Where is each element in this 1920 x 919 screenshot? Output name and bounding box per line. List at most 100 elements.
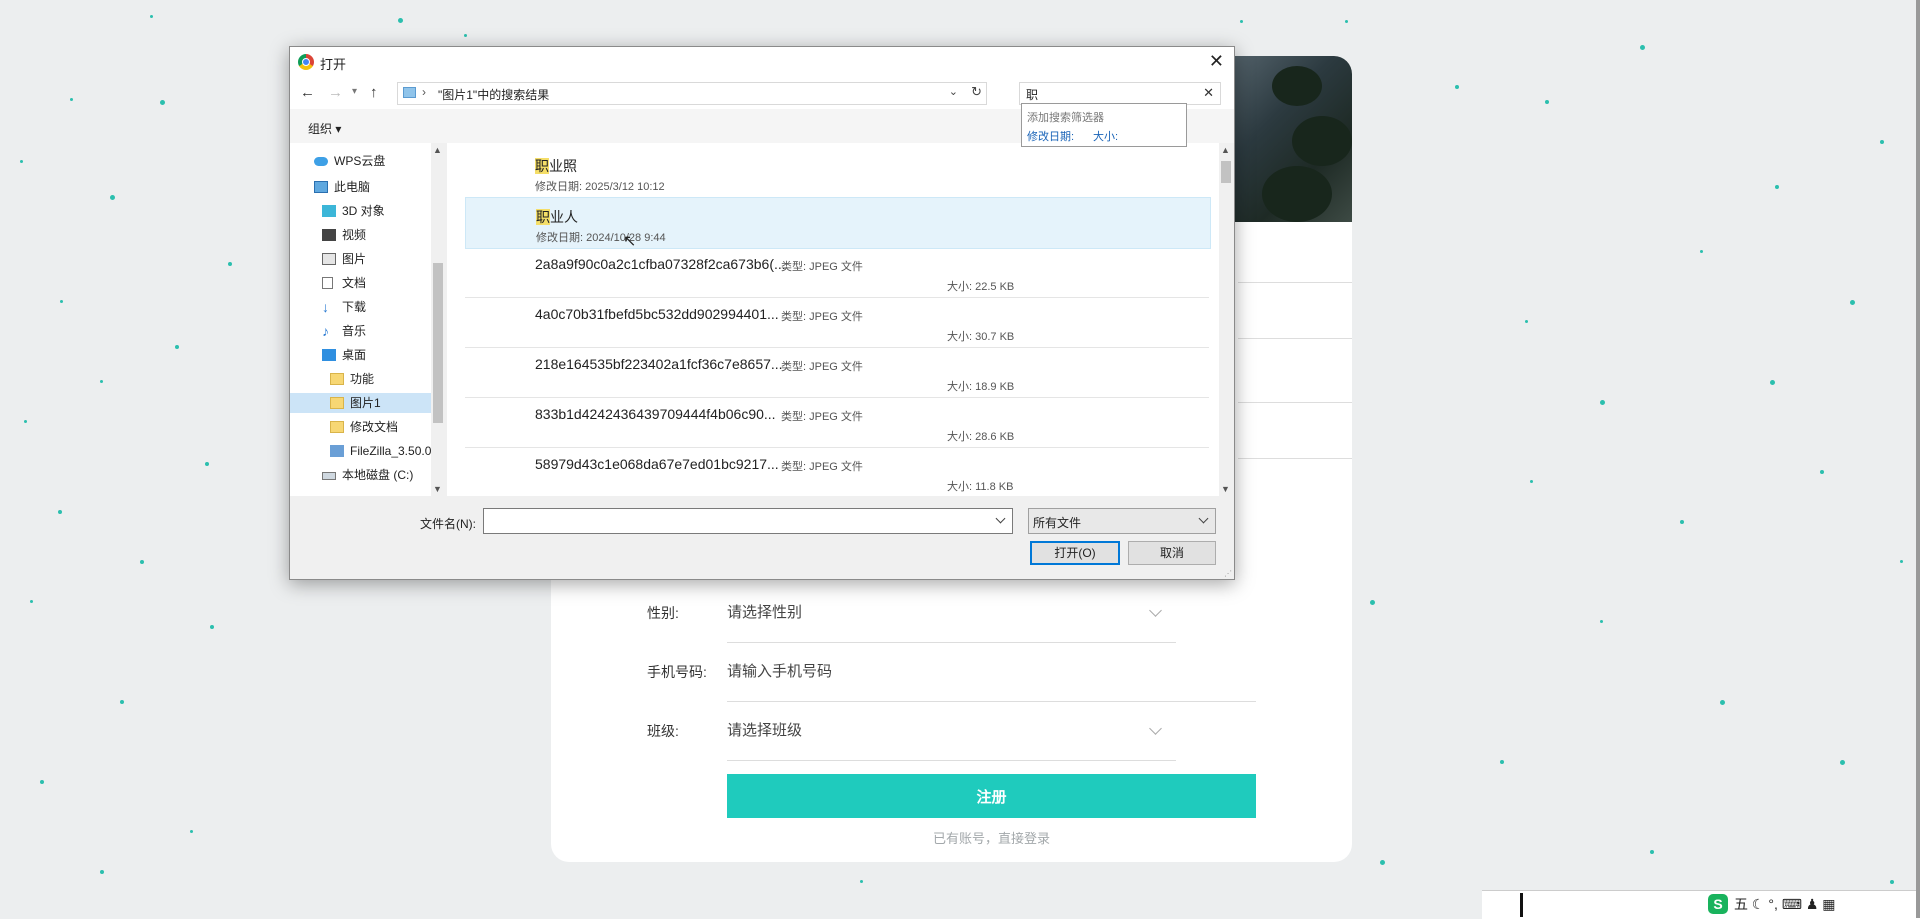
class-field[interactable]: 班级: 请选择班级 <box>551 701 1352 761</box>
address-path: "图片1"中的搜索结果 <box>438 88 550 102</box>
app-icon <box>330 445 344 457</box>
register-button[interactable]: 注册 <box>727 774 1256 818</box>
list-item[interactable]: 2a8a9f90c0a2c1cfba07328f2ca673b6(... 类型:… <box>465 247 1209 298</box>
file-name: 2a8a9f90c0a2c1cfba07328f2ca673b6(... <box>535 256 786 272</box>
cancel-button[interactable]: 取消 <box>1128 541 1216 565</box>
filename-input[interactable] <box>483 508 1013 534</box>
punctuation-icon[interactable]: °, <box>1768 896 1778 912</box>
cloud-icon <box>314 157 328 166</box>
search-filter-dropdown: 添加搜索筛选器 修改日期: 大小: <box>1021 103 1187 147</box>
file-name: 58979d43c1e068da67e7ed01bc9217... <box>535 456 779 472</box>
background-dot <box>1850 300 1855 305</box>
background-dot <box>70 98 73 101</box>
up-arrow-icon[interactable]: ↑ <box>370 84 378 101</box>
background-dot <box>40 780 44 784</box>
organize-menu[interactable]: 组织 ▾ <box>308 120 341 137</box>
list-item[interactable]: 职业人 修改日期: 2024/10/28 9:44 ↖ <box>465 197 1211 250</box>
computer-icon <box>314 181 328 193</box>
recent-chevron-icon[interactable]: ▾ <box>352 86 357 97</box>
class-select[interactable]: 请选择班级 <box>727 701 802 761</box>
address-chevron-icon[interactable]: ⌄ <box>949 85 958 98</box>
drive-icon <box>322 472 336 480</box>
file-type: 类型: JPEG 文件 <box>781 311 863 323</box>
back-arrow-icon[interactable]: ← <box>300 84 315 101</box>
list-item[interactable]: 4a0c70b31fbefd5bc532dd902994401... 类型: J… <box>465 297 1209 348</box>
list-scroll-thumb[interactable] <box>1221 161 1231 183</box>
file-type: 类型: JPEG 文件 <box>781 361 863 373</box>
scroll-up-icon[interactable]: ▲ <box>1221 145 1230 155</box>
background-dot <box>1455 85 1459 89</box>
cube-icon <box>322 205 336 217</box>
file-results-list: 职业照 修改日期: 2025/3/12 10:12 职业人 修改日期: 2024… <box>447 143 1233 496</box>
scroll-down-icon[interactable]: ▼ <box>1221 484 1230 494</box>
file-name: 4a0c70b31fbefd5bc532dd902994401... <box>535 306 779 322</box>
file-name: 218e164535bf223402a1fcf36c7e8657... <box>535 356 783 372</box>
background-dot <box>1600 620 1603 623</box>
background-dot <box>1770 380 1775 385</box>
moon-icon[interactable]: ☾ <box>1752 896 1765 912</box>
folder-icon <box>330 397 344 409</box>
filetype-value: 所有文件 <box>1033 516 1082 530</box>
search-input[interactable]: 职 ✕ <box>1019 82 1221 105</box>
open-button[interactable]: 打开(O) <box>1030 541 1120 565</box>
list-item[interactable]: 218e164535bf223402a1fcf36c7e8657... 类型: … <box>465 347 1209 398</box>
ime-mode[interactable]: 五 <box>1734 896 1748 912</box>
phone-input[interactable]: 请输入手机号码 <box>727 642 832 702</box>
tree-scroll-thumb[interactable] <box>433 263 443 423</box>
list-item[interactable]: 833b1d4242436439709444f4b06c90... 类型: JP… <box>465 397 1209 448</box>
background-dot <box>1775 185 1779 189</box>
tree-item-pictures1[interactable]: 图片1 <box>290 393 431 413</box>
tree-item-filezilla[interactable]: FileZilla_3.50.0 <box>330 441 431 461</box>
list-scrollbar[interactable]: ▲ ▼ <box>1219 143 1233 496</box>
keyboard-icon[interactable]: ⌨ <box>1782 896 1802 912</box>
phone-field[interactable]: 手机号码: 请输入手机号码 <box>551 642 1352 702</box>
file-type: 类型: JPEG 文件 <box>781 411 863 423</box>
filter-modified-date[interactable]: 修改日期: <box>1027 128 1074 144</box>
ime-icons[interactable]: S五 ☾ °, ⌨ ♟ ▦ <box>1708 894 1836 914</box>
file-type: 类型: JPEG 文件 <box>781 261 863 273</box>
refresh-icon[interactable]: ↻ <box>971 84 982 100</box>
forward-arrow-icon[interactable]: → <box>328 84 343 101</box>
login-link[interactable]: 已有账号，直接登录 <box>727 824 1256 854</box>
tree-scrollbar[interactable]: ▲ ▼ <box>431 143 445 496</box>
file-name: 833b1d4242436439709444f4b06c90... <box>535 406 776 422</box>
background-dot <box>1240 20 1243 23</box>
file-modified-date: 修改日期: 2024/10/28 9:44 <box>536 232 666 244</box>
background-dot <box>860 880 863 883</box>
background-dot <box>1530 480 1533 483</box>
user-icon[interactable]: ♟ <box>1806 896 1819 912</box>
gender-select[interactable]: 请选择性别 <box>727 583 802 643</box>
background-dot <box>1345 20 1348 23</box>
search-filter-heading: 添加搜索筛选器 <box>1027 112 1104 124</box>
page-scrollbar[interactable] <box>1916 0 1920 918</box>
dialog-titlebar[interactable]: 打开 ✕ <box>290 47 1234 77</box>
sogou-logo-icon[interactable]: S <box>1708 894 1728 914</box>
chevron-down-icon <box>1149 722 1162 735</box>
grid-icon[interactable]: ▦ <box>1822 896 1835 912</box>
background-dot <box>464 34 467 37</box>
scroll-up-icon[interactable]: ▲ <box>433 145 442 155</box>
background-dot <box>140 560 144 564</box>
address-bar[interactable]: › "图片1"中的搜索结果 ⌄ ↻ <box>397 82 987 105</box>
background-dot <box>190 830 193 833</box>
gender-field[interactable]: 性别: 请选择性别 <box>551 583 1352 643</box>
download-icon: ↓ <box>322 299 329 315</box>
close-icon[interactable]: ✕ <box>1209 51 1224 72</box>
filter-size[interactable]: 大小: <box>1093 128 1118 144</box>
background-dot <box>1700 250 1703 253</box>
desktop-icon <box>322 349 336 361</box>
breadcrumb-separator-icon: › <box>422 85 426 99</box>
scroll-down-icon[interactable]: ▼ <box>433 484 442 494</box>
clear-search-icon[interactable]: ✕ <box>1203 85 1214 101</box>
text-caret <box>1520 893 1523 917</box>
list-item[interactable]: 职业照 修改日期: 2025/3/12 10:12 <box>465 147 1209 197</box>
filetype-select[interactable]: 所有文件 <box>1028 508 1216 534</box>
list-item[interactable]: 58979d43c1e068da67e7ed01bc9217... 类型: JP… <box>465 447 1209 497</box>
background-dot <box>1820 470 1824 474</box>
background-dot <box>1380 860 1385 865</box>
dialog-title: 打开 <box>320 57 347 72</box>
search-value: 职 <box>1026 88 1039 102</box>
navigation-tree: WPS云盘 此电脑 3D 对象 视频 图片 文档 ↓ 下载 ♪ 音乐 桌面 功能… <box>290 143 445 496</box>
resize-grip-icon[interactable]: ⋰ <box>1224 569 1232 578</box>
open-file-dialog: 打开 ✕ ← → ▾ ↑ › "图片1"中的搜索结果 ⌄ ↻ 职 ✕ 组织 ▾ … <box>289 46 1235 580</box>
